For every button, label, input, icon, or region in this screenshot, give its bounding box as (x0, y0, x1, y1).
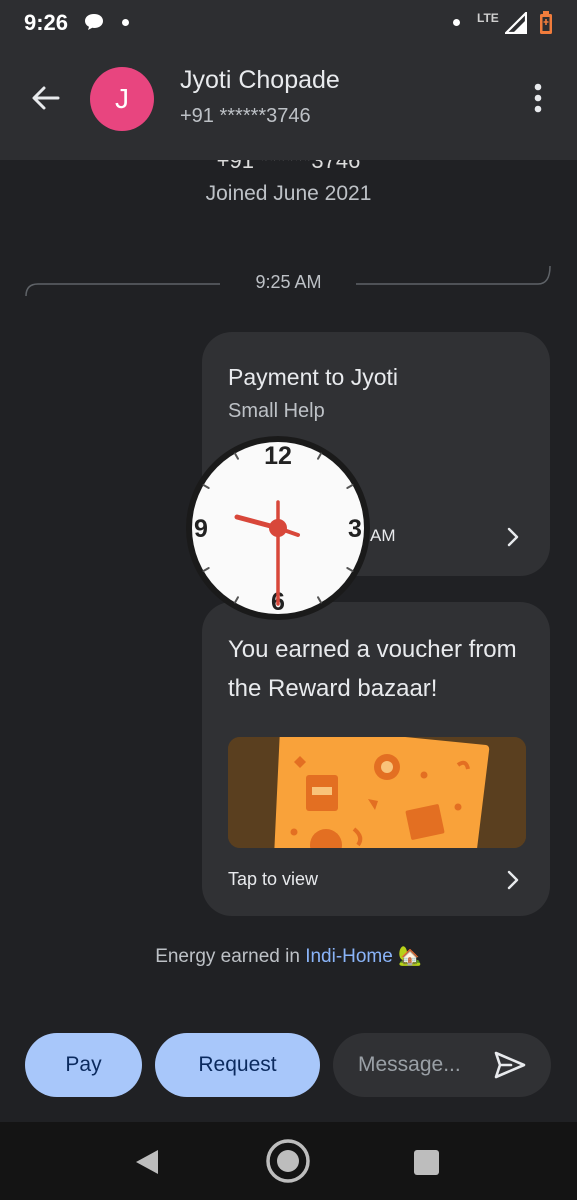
clock-number-12: 12 (264, 442, 292, 470)
chat-header: J Jyoti Chopade +91 ******3746 (0, 46, 577, 160)
payment-title: Payment to Jyoti (228, 364, 399, 390)
avatar[interactable]: J (90, 67, 154, 131)
back-arrow-icon[interactable] (28, 80, 64, 116)
pay-button[interactable]: Pay (25, 1033, 142, 1097)
nav-recents-icon[interactable] (414, 1150, 439, 1175)
request-button[interactable]: Request (155, 1033, 320, 1097)
status-bar: 9:26 LTE (0, 0, 577, 46)
profile-phone-text: +91 ******3746 (216, 160, 361, 173)
energy-link[interactable]: Indi-Home (305, 946, 393, 967)
clock-number-3: 3 (348, 515, 362, 543)
payment-note: Small Help (228, 400, 325, 422)
status-time: 9:26 (24, 10, 69, 35)
chevron-right-icon (507, 870, 519, 890)
contact-name[interactable]: Jyoti Chopade (180, 66, 340, 95)
voucher-image (228, 737, 526, 848)
more-vert-icon[interactable] (528, 80, 548, 116)
time-divider: 9:25 AM (255, 272, 322, 292)
home-emoji: 🏡 (398, 946, 422, 967)
notification-dot (122, 19, 129, 26)
battery-icon (540, 11, 552, 34)
clock-overlay-icon: 12 3 6 9 (186, 436, 370, 620)
signal-icon (505, 12, 527, 34)
joined-date: Joined June 2021 (205, 182, 372, 205)
message-field[interactable] (333, 1033, 551, 1097)
profile-phone: +91 ******3746 (0, 160, 577, 178)
voucher-title: You earned a voucher from the Reward baz… (228, 636, 517, 702)
network-type: LTE (477, 11, 499, 25)
voucher-tap-label: Tap to view (228, 869, 319, 889)
payment-time: AM (370, 526, 396, 545)
navigation-bar (0, 1122, 577, 1200)
voucher-card[interactable]: You earned a voucher from the Reward baz… (202, 602, 550, 916)
clock-number-9: 9 (194, 515, 208, 543)
chevron-right-icon (507, 527, 519, 547)
send-icon[interactable] (493, 1049, 527, 1081)
screen: 9:26 LTE J Jyoti Chopade +91 ******3746 (0, 0, 577, 1200)
energy-prefix: Energy earned in (155, 946, 300, 967)
notification-dot (453, 19, 460, 26)
nav-home-icon[interactable] (265, 1138, 311, 1184)
nav-back-icon[interactable] (134, 1148, 160, 1176)
energy-message: Energy earned in Indi-Home 🏡 (0, 944, 577, 968)
contact-phone: +91 ******3746 (180, 105, 311, 127)
chat-bubble-icon (85, 14, 103, 30)
message-input[interactable] (358, 1049, 488, 1081)
